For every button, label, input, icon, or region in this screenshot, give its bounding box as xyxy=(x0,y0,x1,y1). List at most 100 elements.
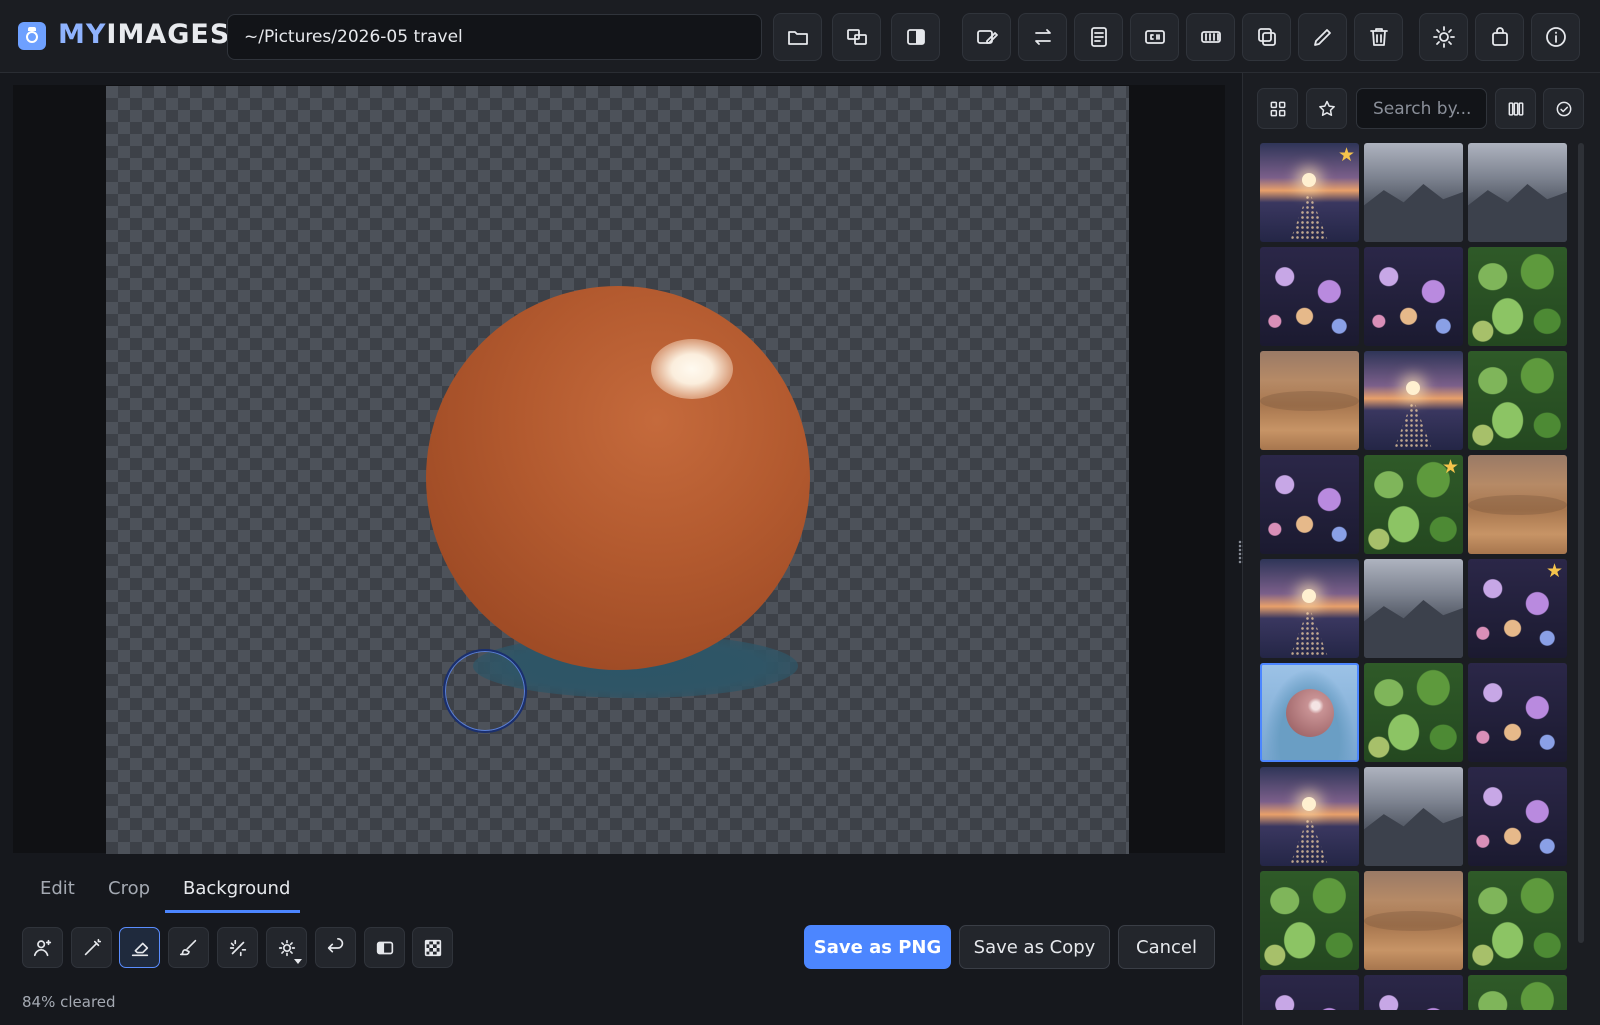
star-icon: ★ xyxy=(1441,456,1459,478)
duplicate-button[interactable] xyxy=(1242,13,1291,61)
thumbnail[interactable] xyxy=(1468,663,1567,762)
thumbnail[interactable] xyxy=(1260,559,1359,658)
save-as-copy-button[interactable]: Save as Copy xyxy=(959,925,1110,969)
thumbnail[interactable] xyxy=(1364,559,1463,658)
compare-icon xyxy=(846,29,867,45)
transparency-icon xyxy=(424,939,441,956)
pencil-button[interactable] xyxy=(1298,13,1347,61)
image-canvas[interactable] xyxy=(106,86,1129,854)
thumbnail[interactable] xyxy=(1468,975,1567,1010)
tab-edit[interactable]: Edit xyxy=(40,878,75,899)
thumbnail[interactable] xyxy=(1364,975,1463,1010)
trash-icon xyxy=(1369,28,1388,46)
brush-icon xyxy=(179,939,196,955)
invert-icon xyxy=(376,941,393,954)
filmstrip-button[interactable] xyxy=(1186,13,1235,61)
thumbnail[interactable] xyxy=(1260,455,1359,554)
tab-crop[interactable]: Crop xyxy=(108,878,150,899)
thumbnail[interactable] xyxy=(1364,247,1463,346)
thumbnail[interactable] xyxy=(1468,871,1567,970)
brush-tool[interactable] xyxy=(168,927,209,968)
columns-button[interactable] xyxy=(1495,88,1536,129)
person-select-icon xyxy=(33,939,51,956)
thumbnail[interactable] xyxy=(1364,143,1463,242)
magic-wand-tool[interactable] xyxy=(71,927,112,968)
eraser-icon xyxy=(131,942,148,956)
star-icon xyxy=(1318,100,1335,116)
sphere-highlight xyxy=(651,339,733,399)
brightness-menu-icon xyxy=(278,939,295,956)
camera-icon xyxy=(18,22,46,50)
filmstrip-icon xyxy=(1200,31,1221,43)
thumbnail[interactable] xyxy=(1260,871,1359,970)
person-select-tool[interactable] xyxy=(22,927,63,968)
split-view-button[interactable] xyxy=(891,13,940,61)
undo-tool[interactable] xyxy=(315,927,356,968)
info-icon xyxy=(1545,27,1566,47)
undo-icon xyxy=(327,937,343,952)
eraser-tool[interactable] xyxy=(119,927,160,968)
thumbnail[interactable] xyxy=(1468,143,1567,242)
tab-background[interactable]: Background xyxy=(183,878,290,899)
thumbnail[interactable] xyxy=(1364,351,1463,450)
gallery-scrollbar[interactable] xyxy=(1578,143,1584,943)
star-icon: ★ xyxy=(1337,144,1355,166)
check-circle-icon xyxy=(1556,101,1571,116)
favorites-button[interactable] xyxy=(1306,88,1347,129)
info-button[interactable] xyxy=(1531,13,1580,61)
edit-image-button[interactable] xyxy=(962,13,1011,61)
grid-view-button[interactable] xyxy=(1257,88,1298,129)
delete-button[interactable] xyxy=(1354,13,1403,61)
thumbnail[interactable]: ★ xyxy=(1364,455,1463,554)
invert-tool[interactable] xyxy=(364,927,405,968)
pencil-icon xyxy=(1313,29,1331,46)
save-as-png-button[interactable]: Save as PNG xyxy=(804,925,951,969)
search-input[interactable] xyxy=(1356,88,1487,129)
swap-icon xyxy=(1034,29,1051,45)
transparency-tool[interactable] xyxy=(412,927,453,968)
thumbnail-selected[interactable] xyxy=(1260,663,1359,762)
document-icon xyxy=(1090,27,1107,47)
thumbnail[interactable] xyxy=(1468,247,1567,346)
thumbnail[interactable] xyxy=(1468,767,1567,866)
thumbnail[interactable] xyxy=(1260,767,1359,866)
compare-button[interactable] xyxy=(832,13,881,61)
thumbnail[interactable] xyxy=(1364,871,1463,970)
document-button[interactable] xyxy=(1074,13,1123,61)
brush-cursor xyxy=(443,649,527,733)
path-input[interactable] xyxy=(227,14,762,60)
thumbnail[interactable] xyxy=(1364,663,1463,762)
thumbnail[interactable]: ★ xyxy=(1260,143,1359,242)
swap-button[interactable] xyxy=(1018,13,1067,61)
thumbnail[interactable] xyxy=(1260,351,1359,450)
auto-remove-tool[interactable] xyxy=(217,927,258,968)
duplicate-icon xyxy=(1257,28,1276,46)
thumbnail[interactable] xyxy=(1260,975,1359,1010)
magic-wand-icon xyxy=(84,938,101,955)
thumbnail[interactable] xyxy=(1468,351,1567,450)
brightness-menu-tool[interactable] xyxy=(266,927,307,968)
edit-image-icon xyxy=(976,30,998,44)
thumbnail[interactable] xyxy=(1260,247,1359,346)
sphere-subject xyxy=(426,286,810,670)
chevron-down-icon xyxy=(294,959,302,964)
caption-button[interactable] xyxy=(1130,13,1179,61)
thumbnail[interactable] xyxy=(1468,455,1567,554)
open-folder-button[interactable] xyxy=(773,13,822,61)
brightness-button[interactable] xyxy=(1419,13,1468,61)
status-text: 84% cleared xyxy=(22,993,116,1011)
select-all-button[interactable] xyxy=(1543,88,1584,129)
auto-remove-icon xyxy=(229,939,246,956)
app-title: MYIMAGES xyxy=(58,19,231,50)
active-tab-indicator xyxy=(165,910,300,913)
cancel-button[interactable]: Cancel xyxy=(1118,925,1215,969)
top-toolbar: MYIMAGES xyxy=(0,0,1600,73)
grid-view-icon xyxy=(1270,101,1285,116)
folder-icon xyxy=(787,31,808,45)
star-icon: ★ xyxy=(1545,560,1563,582)
thumbnail[interactable] xyxy=(1364,767,1463,866)
thumbnail[interactable]: ★ xyxy=(1468,559,1567,658)
bag-button[interactable] xyxy=(1475,13,1524,61)
caption-icon xyxy=(1144,30,1165,44)
columns-icon xyxy=(1508,101,1523,116)
